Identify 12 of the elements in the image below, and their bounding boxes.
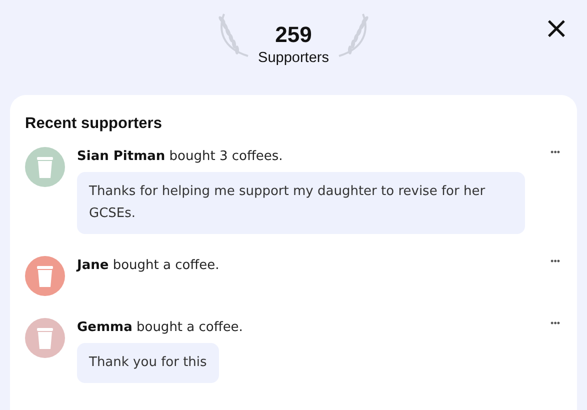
section-title: Recent supporters — [25, 115, 163, 133]
message-bubble: Thanks for helping me support my daughter to revise for her GCSEs. — [77, 172, 525, 234]
message-bubble: Thank you for this — [77, 343, 219, 383]
supporters-label: Supporters — [258, 50, 329, 66]
supporter-text: Jane bought a coffee. — [77, 258, 220, 273]
supporter-text: Sian Pitman bought 3 coffees. — [77, 149, 283, 164]
supporter-text: Gemma bought a coffee. — [77, 320, 243, 335]
more-button[interactable]: ••• — [548, 145, 562, 159]
close-button[interactable]: × — [544, 14, 569, 44]
more-button[interactable]: ••• — [548, 316, 562, 330]
more-button[interactable]: ••• — [548, 254, 562, 268]
supporter-count: 259 — [275, 22, 312, 48]
